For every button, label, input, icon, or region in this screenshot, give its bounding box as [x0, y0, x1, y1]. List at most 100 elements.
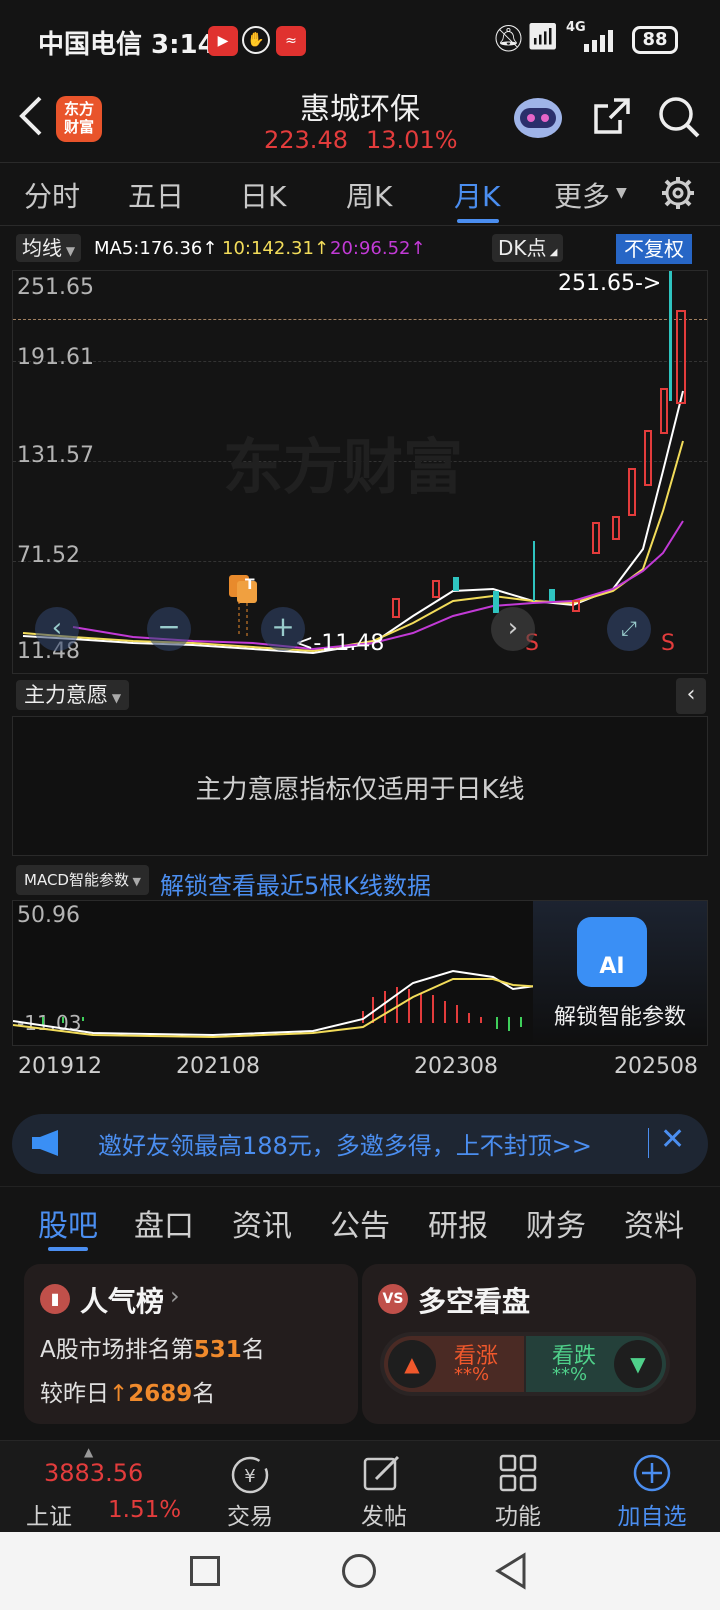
gear-icon[interactable]	[660, 175, 696, 211]
signal-icon	[584, 30, 620, 52]
tab-profile[interactable]: 资料	[624, 1201, 684, 1245]
chevron-right-icon: ›	[170, 1282, 180, 1310]
tab-intraday[interactable]: 分时	[24, 175, 80, 215]
tab-announcements[interactable]: 公告	[330, 1201, 390, 1245]
scroll-right-icon[interactable]: ›	[491, 607, 535, 651]
nav-post[interactable]: 发帖	[334, 1497, 434, 1531]
nav-trade[interactable]: 交易	[200, 1497, 300, 1531]
edit-icon[interactable]	[362, 1453, 402, 1493]
vs-icon: VS	[378, 1284, 408, 1314]
share-icon[interactable]	[590, 94, 634, 138]
nav-add-watch[interactable]: 加自选	[602, 1497, 702, 1531]
arrow-up-icon: ↑	[109, 1381, 129, 1407]
dk-point-label: DK点	[498, 236, 547, 260]
ma10-value: 10:142.31↑	[222, 238, 330, 259]
back-icon[interactable]	[494, 1552, 528, 1590]
caret-down-icon: ▼	[616, 185, 627, 201]
bull-bear-title: 多空看盘	[418, 1285, 531, 1318]
scroll-left-icon[interactable]: ‹	[35, 607, 79, 651]
sell-marker-2: S	[661, 631, 675, 656]
recent-apps-icon[interactable]	[190, 1556, 220, 1586]
rank-suffix: 名	[241, 1337, 265, 1363]
date-label-4: 202508	[614, 1054, 698, 1079]
divider	[648, 1128, 649, 1158]
ai-unlock-label: 解锁智能参数	[553, 1005, 686, 1030]
stock-change-pct: 13.01%	[366, 126, 458, 154]
tab-news[interactable]: 资讯	[232, 1201, 292, 1245]
tab-daily-k[interactable]: 日K	[240, 175, 286, 215]
date-label-3: 202308	[414, 1054, 498, 1079]
tab-weekly-k[interactable]: 周K	[346, 175, 392, 215]
bear-value: **%	[552, 1364, 588, 1385]
ma-selector-label: 均线	[22, 236, 62, 260]
bull-button[interactable]: ▲ 看涨 **%	[384, 1336, 524, 1392]
nav-function[interactable]: 功能	[468, 1497, 568, 1531]
fullscreen-icon[interactable]: ⤢	[607, 607, 651, 651]
stock-price: 223.48	[264, 126, 348, 154]
trade-icon[interactable]: ¥	[228, 1453, 272, 1497]
stock-header: 东方 财富 惠城环保 223.48 13.01%	[0, 80, 720, 162]
period-tabs: 分时 五日 日K 周K 月K 更多 ▼	[0, 162, 720, 226]
min-price-label: <-11.48	[295, 631, 385, 656]
tab-monthly-k[interactable]: 月K	[454, 175, 500, 215]
max-price-label: 251.65->	[558, 271, 662, 296]
ai-unlock-panel[interactable]: AI 解锁智能参数	[533, 901, 707, 1045]
kline-canvas	[22, 271, 686, 655]
collapse-icon[interactable]: ‹	[676, 678, 706, 714]
zoom-out-icon[interactable]: −	[147, 607, 191, 651]
battery-indicator: 88	[632, 26, 678, 54]
ai-icon: AI	[577, 917, 647, 987]
tab-guba[interactable]: 股吧	[38, 1201, 98, 1245]
tab-more[interactable]: 更多	[554, 175, 610, 215]
kline-chart[interactable]: 251.65 191.61 131.57 71.52 11.48 东方财富 25…	[12, 270, 708, 674]
adjust-button[interactable]: 不复权	[616, 234, 692, 264]
rank-line: A股市场排名第531名	[40, 1330, 265, 1364]
hand-icon: ✋	[242, 26, 270, 54]
bottom-nav: ▲ 3883.56 上证 1.51% ¥ 交易 发帖 功能 加自选	[0, 1440, 720, 1532]
status-bar: 中国电信 3:14 ▶ ✋ ≈ 🔕︎ 📶︎ 4G 88	[0, 0, 720, 80]
rank-change-line: 较昨日↑2689名	[40, 1374, 215, 1408]
index-name: 上证	[26, 1504, 72, 1530]
home-icon[interactable]	[342, 1554, 376, 1588]
tab-research[interactable]: 研报	[428, 1201, 488, 1245]
invite-banner[interactable]: 邀好友领最高188元，多邀多得，上不封顶>> ✕	[12, 1114, 708, 1174]
macd-canvas	[13, 969, 543, 1039]
close-icon[interactable]: ✕	[660, 1122, 685, 1157]
caret-up-icon: ▲	[84, 1445, 94, 1459]
ma5-value: MA5:176.36↑	[94, 238, 218, 259]
content-tab-indicator	[48, 1247, 88, 1251]
bull-value: **%	[454, 1364, 490, 1385]
ranking-icon: ▮	[40, 1284, 70, 1314]
search-icon[interactable]	[656, 94, 702, 140]
change-prefix: 较昨日	[40, 1381, 109, 1407]
tab-pankou[interactable]: 盘口	[134, 1201, 194, 1245]
rank-value: 531	[193, 1337, 242, 1363]
active-tab-indicator	[457, 219, 499, 223]
robot-assistant-icon[interactable]	[512, 90, 564, 142]
dk-point-button[interactable]: DK点 ◢	[492, 234, 564, 262]
main-force-title: 主力意愿	[24, 683, 108, 707]
add-circle-icon[interactable]	[632, 1453, 672, 1493]
bear-button[interactable]: 看跌 **% ▼	[526, 1336, 666, 1392]
tab-finance[interactable]: 财务	[526, 1201, 586, 1245]
megaphone-icon	[30, 1128, 64, 1158]
main-force-selector[interactable]: 主力意愿 ▼	[16, 680, 130, 710]
arrow-down-icon: ▼	[614, 1340, 662, 1388]
svg-text:¥: ¥	[244, 1466, 255, 1487]
macd-selector[interactable]: MACD智能参数 ▼	[16, 865, 149, 895]
popularity-card[interactable]: ▮ 人气榜 › A股市场排名第531名 较昨日↑2689名	[24, 1264, 358, 1424]
carrier-time: 中国电信 3:14	[38, 30, 216, 60]
app-notification-icon: ▶	[208, 26, 238, 56]
date-label-1: 201912	[18, 1054, 102, 1079]
tab-five-day[interactable]: 五日	[128, 175, 184, 215]
network-type: 4G	[566, 20, 586, 35]
ma-selector-button[interactable]: 均线 ▼	[16, 234, 82, 262]
ma-row: 均线 ▼ MA5:176.36↑ 10:142.31↑ 20:96.52↑ DK…	[0, 230, 720, 268]
index-pct: 1.51%	[108, 1497, 182, 1523]
invite-text: 邀好友领最高188元，多邀多得，上不封顶>>	[98, 1132, 593, 1160]
grid-icon[interactable]	[498, 1453, 538, 1493]
zoom-in-icon[interactable]: +	[261, 607, 305, 651]
main-force-panel: 主力意愿 ▼ ‹ 主力意愿指标仅适用于日K线	[12, 678, 708, 858]
macd-unlock-link[interactable]: 解锁查看最近5根K线数据	[160, 866, 431, 901]
main-force-body: 主力意愿指标仅适用于日K线	[12, 716, 708, 856]
